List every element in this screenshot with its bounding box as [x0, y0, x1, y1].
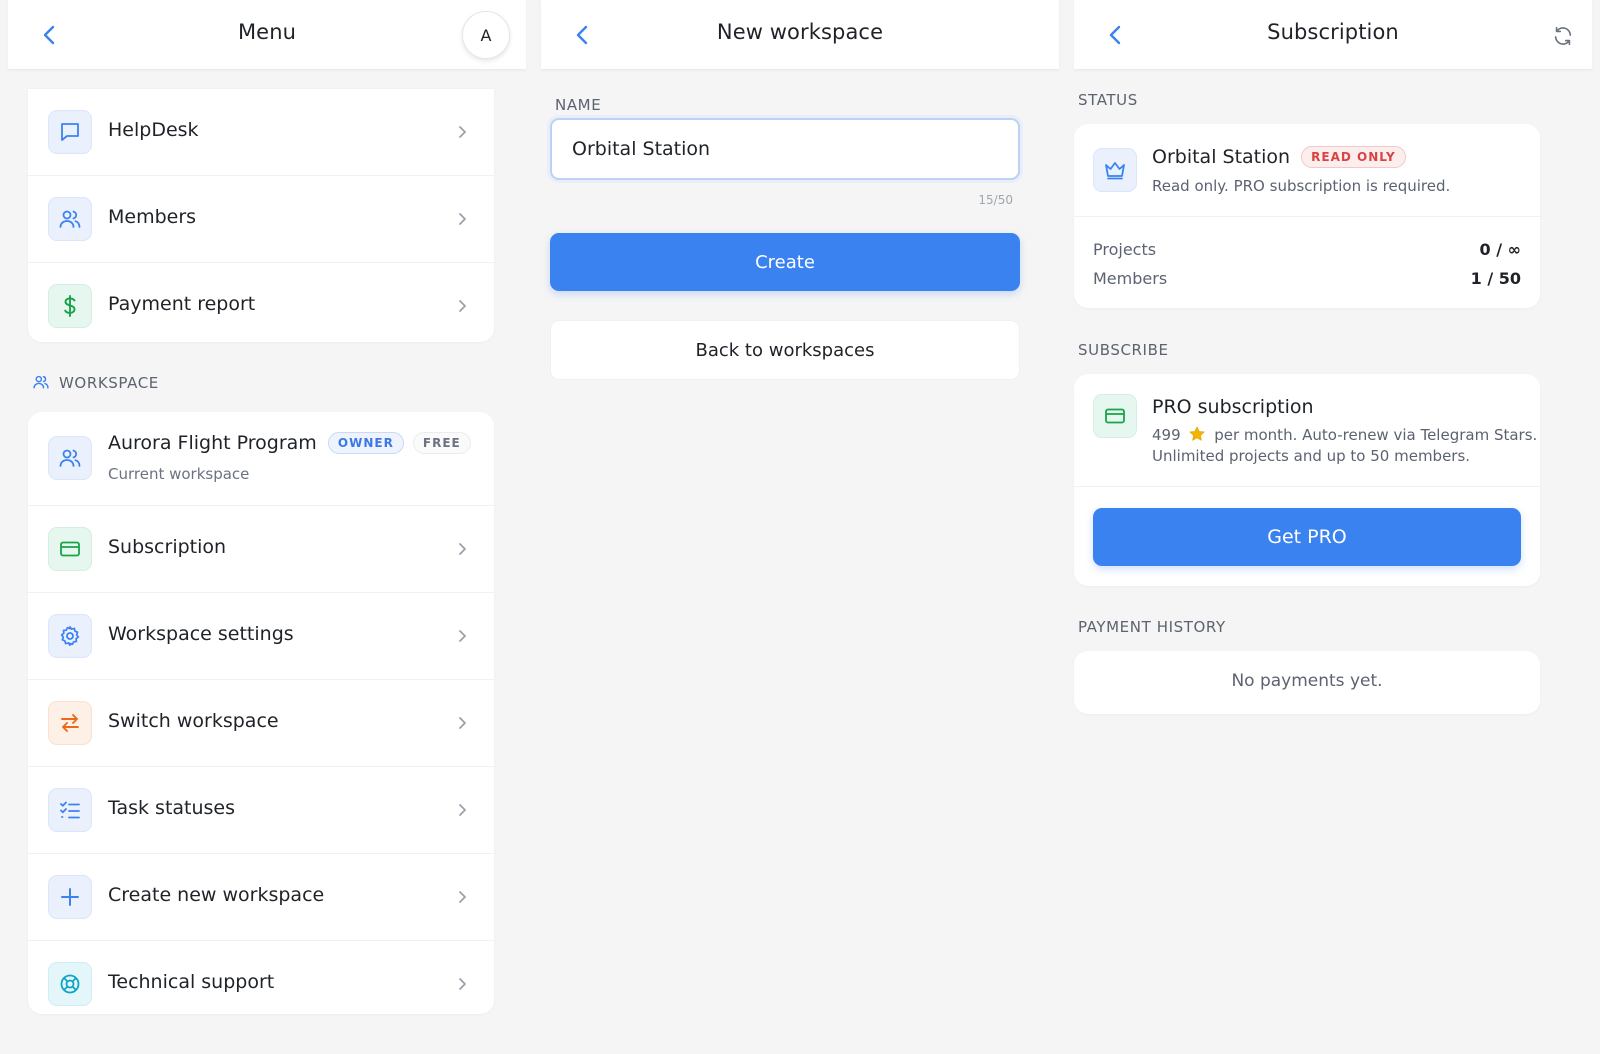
- chevron-right-icon: [454, 627, 472, 645]
- subscription-header: Subscription: [1074, 0, 1592, 70]
- chevron-right-icon: [454, 714, 472, 732]
- menu-item-label: Members: [108, 206, 197, 228]
- status-section-label: STATUS: [1078, 91, 1138, 109]
- plan-details: Unlimited projects and up to 50 members.: [1152, 447, 1471, 465]
- plan-price-suffix: per month. Auto-renew via Telegram Stars…: [1214, 426, 1538, 444]
- members-value: 1 / 50: [1470, 269, 1521, 288]
- read-only-badge: READ ONLY: [1301, 146, 1406, 168]
- chat-bubble-icon: [48, 110, 92, 154]
- status-title-line: Orbital Station READ ONLY: [1152, 146, 1406, 168]
- back-to-workspaces-button[interactable]: Back to workspaces: [550, 320, 1020, 380]
- chevron-right-icon: [454, 210, 472, 228]
- menu-item-workspace-settings[interactable]: Workspace settings: [28, 592, 494, 679]
- users-icon: [48, 197, 92, 241]
- plus-icon: [48, 875, 92, 919]
- avatar[interactable]: A: [462, 11, 510, 59]
- workspace-subtitle: Current workspace: [108, 465, 250, 483]
- menu-item-create-new-workspace[interactable]: Create new workspace: [28, 853, 494, 940]
- page-title: Menu: [237, 20, 297, 44]
- lifebuoy-icon: [48, 962, 92, 1006]
- chevron-right-icon: [454, 297, 472, 315]
- status-description: Read only. PRO subscription is required.: [1152, 177, 1451, 195]
- members-label: Members: [1093, 269, 1168, 288]
- create-button[interactable]: Create: [550, 233, 1020, 291]
- projects-label: Projects: [1093, 240, 1157, 259]
- new-workspace-header: New workspace: [541, 0, 1059, 70]
- page-title: Subscription: [1267, 20, 1399, 44]
- new-workspace-panel: New workspace NAME 15/50 Create Back to …: [541, 0, 1059, 1054]
- status-workspace-name: Orbital Station: [1152, 146, 1291, 168]
- plan-badge: FREE: [412, 432, 471, 454]
- workspace-name-line: Aurora Flight Program OWNER FREE: [108, 432, 471, 454]
- divider: [1074, 486, 1540, 487]
- chevron-right-icon: [454, 975, 472, 993]
- payment-history-section-label: PAYMENT HISTORY: [1078, 618, 1226, 636]
- menu-item-label: Subscription: [108, 536, 227, 558]
- refresh-button[interactable]: [1550, 23, 1576, 49]
- menu-item-label: Workspace settings: [108, 623, 294, 645]
- divider: [1074, 216, 1540, 217]
- workspace-name-input[interactable]: [550, 118, 1020, 180]
- menu-item-payment-report[interactable]: Payment report: [28, 262, 494, 342]
- payment-history-empty: No payments yet.: [1231, 671, 1383, 691]
- menu-panel: Menu A HelpDesk Members Payment report W…: [8, 0, 526, 1054]
- workspace-name: Aurora Flight Program: [108, 432, 317, 454]
- menu-item-label: HelpDesk: [108, 119, 199, 141]
- menu-item-helpdesk[interactable]: HelpDesk: [28, 88, 494, 175]
- subscribe-card: PRO subscription 499 per month. Auto-ren…: [1074, 374, 1540, 586]
- workspace-section-label: WORKSPACE: [59, 374, 159, 392]
- chevron-right-icon: [454, 801, 472, 819]
- menu-item-members[interactable]: Members: [28, 175, 494, 262]
- menu-item-label: Task statuses: [108, 797, 236, 819]
- workspace-card: Aurora Flight Program OWNER FREE Current…: [28, 412, 494, 1014]
- star-icon: [1188, 425, 1206, 447]
- owner-badge: OWNER: [327, 432, 404, 454]
- credit-card-icon: [48, 527, 92, 571]
- plan-name: PRO subscription: [1152, 396, 1314, 418]
- users-icon: [48, 436, 92, 480]
- menu-item-subscription[interactable]: Subscription: [28, 505, 494, 592]
- plan-price: 499: [1152, 426, 1181, 444]
- page-title: New workspace: [716, 20, 884, 44]
- menu-item-task-statuses[interactable]: Task statuses: [28, 766, 494, 853]
- subscription-panel: Subscription STATUS Orbital Station READ…: [1074, 0, 1592, 1054]
- credit-card-icon: [1093, 394, 1137, 438]
- status-card: Orbital Station READ ONLY Read only. PRO…: [1074, 124, 1540, 308]
- menu-item-label: Create new workspace: [108, 884, 325, 906]
- chevron-right-icon: [454, 123, 472, 141]
- char-counter: 15/50: [978, 193, 1013, 207]
- subscribe-section-label: SUBSCRIBE: [1078, 341, 1169, 359]
- gear-icon: [48, 614, 92, 658]
- payment-history-card: No payments yet.: [1074, 651, 1540, 714]
- top-menu-card: HelpDesk Members Payment report: [28, 88, 494, 342]
- menu-header: Menu A: [8, 0, 526, 70]
- get-pro-button[interactable]: Get PRO: [1093, 508, 1521, 566]
- plan-price-line: 499 per month. Auto-renew via Telegram S…: [1152, 425, 1537, 447]
- name-field-label: NAME: [555, 96, 602, 114]
- checklist-icon: [48, 788, 92, 832]
- crown-icon: [1093, 148, 1137, 192]
- swap-arrows-icon: [48, 701, 92, 745]
- projects-value: 0 / ∞: [1479, 240, 1521, 259]
- users-icon: [32, 374, 52, 392]
- menu-item-label: Switch workspace: [108, 710, 279, 732]
- refresh-icon: [1554, 26, 1572, 46]
- dollar-icon: [48, 284, 92, 328]
- chevron-right-icon: [454, 888, 472, 906]
- chevron-right-icon: [454, 540, 472, 558]
- menu-item-switch-workspace[interactable]: Switch workspace: [28, 679, 494, 766]
- menu-item-label: Technical support: [108, 971, 275, 993]
- menu-item-technical-support[interactable]: Technical support: [28, 940, 494, 1014]
- current-workspace-row: Aurora Flight Program OWNER FREE Current…: [28, 412, 494, 505]
- menu-item-label: Payment report: [108, 293, 256, 315]
